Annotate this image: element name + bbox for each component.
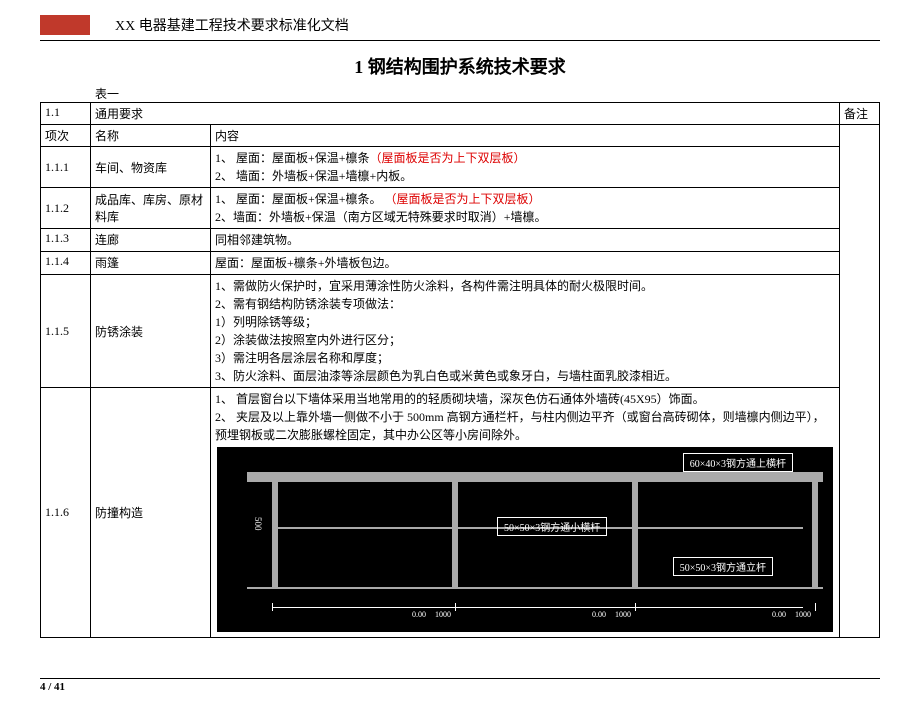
section-title: 1 钢结构围护系统技术要求 <box>40 53 880 79</box>
note-header: 备注 <box>840 103 880 125</box>
dim-tick <box>635 603 636 611</box>
content-text: 2、需有钢结构防锈涂装专项做法： <box>215 295 835 313</box>
content-text: 1、 首层窗台以下墙体采用当地常用的的轻质砌块墙，深灰色仿石通体外墙砖(45X9… <box>215 390 835 408</box>
col-content-header: 内容 <box>211 125 840 147</box>
row-content: 同相邻建筑物。 <box>211 229 840 252</box>
content-text: 2、 墙面：外墙板+保温+墙檩+内板。 <box>215 167 835 185</box>
section-number: 1 <box>354 57 363 77</box>
label-mid-rail: 50×50×3钢方通小横杆 <box>497 517 607 536</box>
rail-diagram: 60×40×3钢方通上横杆 50×50×3钢方通小横杆 50×50×3钢方通立杆… <box>217 447 833 632</box>
post <box>632 475 638 589</box>
row-idx: 1.1.4 <box>41 252 91 275</box>
content-red: （屋面板是否为上下双层板） <box>385 192 541 206</box>
content-text: 3）需注明各层涂层名称和厚度； <box>215 349 835 367</box>
dim-label: 0.00 <box>592 610 606 619</box>
row-idx: 1.1.3 <box>41 229 91 252</box>
top-rail <box>247 472 823 482</box>
label-top-rail: 60×40×3钢方通上横杆 <box>683 453 793 472</box>
table-row: 1.1.4 雨篷 屋面：屋面板+檩条+外墙板包边。 <box>41 252 880 275</box>
row-idx: 1.1.1 <box>41 147 91 188</box>
table-row: 1.1.3 连廊 同相邻建筑物。 <box>41 229 880 252</box>
content-text: 3、防火涂料、面层油漆等涂层颜色为乳白色或米黄色或象牙白，与墙柱面乳胶漆相近。 <box>215 367 835 385</box>
section-name: 通用要求 <box>91 103 840 125</box>
row-name: 防撞构造 <box>91 388 211 638</box>
post <box>272 475 278 589</box>
row-name: 防锈涂装 <box>91 275 211 388</box>
row-content: 1、 屋面：屋面板+保温+檩条。 （屋面板是否为上下双层板） 2、墙面：外墙板+… <box>211 188 840 229</box>
section-index: 1.1 <box>41 103 91 125</box>
content-text: 1、 屋面：屋面板+保温+檩条。 <box>215 192 385 206</box>
footer: 4 / 41 <box>40 678 880 693</box>
requirements-table: 1.1 通用要求 备注 项次 名称 内容 1.1.1 车间、物资库 1、 屋面：… <box>40 102 880 638</box>
post <box>812 475 818 589</box>
content-red: （屋面板是否为上下双层板） <box>370 151 526 165</box>
base-line <box>247 587 823 589</box>
table-row: 1.1.6 防撞构造 1、 首层窗台以下墙体采用当地常用的的轻质砌块墙，深灰色仿… <box>41 388 880 638</box>
row-name: 车间、物资库 <box>91 147 211 188</box>
dim-label: 0.00 <box>772 610 786 619</box>
row-content: 1、 屋面：屋面板+保温+檩条（屋面板是否为上下双层板） 2、 墙面：外墙板+保… <box>211 147 840 188</box>
dim-tick <box>455 603 456 611</box>
brand-red-block <box>40 15 90 35</box>
content-text: 2、墙面：外墙板+保温（南方区域无特殊要求时取消）+墙檩。 <box>215 208 835 226</box>
table-row: 1.1.5 防锈涂装 1、需做防火保护时，宜采用薄涂性防火涂料，各构件需注明具体… <box>41 275 880 388</box>
row-idx: 1.1.2 <box>41 188 91 229</box>
row-idx: 1.1.5 <box>41 275 91 388</box>
col-name-header: 名称 <box>91 125 211 147</box>
dim-label: 1000 <box>435 610 451 619</box>
content-text: 2、 夹层及以上靠外墙一侧做不小于 500mm 高钢方通栏杆，与柱内侧边平齐（或… <box>215 408 835 444</box>
post <box>452 475 458 589</box>
table-row: 1.1.1 车间、物资库 1、 屋面：屋面板+保温+檩条（屋面板是否为上下双层板… <box>41 147 880 188</box>
row-content: 1、 首层窗台以下墙体采用当地常用的的轻质砌块墙，深灰色仿石通体外墙砖(45X9… <box>211 388 840 638</box>
note-column <box>840 125 880 638</box>
content-text: 屋面：屋面板+檩条+外墙板包边。 <box>215 254 835 272</box>
footer-rule <box>40 678 880 679</box>
table-section-row: 1.1 通用要求 备注 <box>41 103 880 125</box>
row-content: 屋面：屋面板+檩条+外墙板包边。 <box>211 252 840 275</box>
section-title-text: 钢结构围护系统技术要求 <box>368 57 566 77</box>
doc-title: XX 电器基建工程技术要求标准化文档 <box>115 15 349 35</box>
header-rule <box>40 40 880 41</box>
row-content: 1、需做防火保护时，宜采用薄涂性防火涂料，各构件需注明具体的耐火极限时间。 2、… <box>211 275 840 388</box>
content-text: 1、 屋面：屋面板+保温+檩条 <box>215 151 370 165</box>
dim-label: 1000 <box>615 610 631 619</box>
content-text: 1）列明除锈等级； <box>215 313 835 331</box>
dim-tick <box>815 603 816 611</box>
row-name: 成品库、库房、原材料库 <box>91 188 211 229</box>
dim-line <box>272 607 803 608</box>
table-header-row: 项次 名称 内容 <box>41 125 880 147</box>
row-name: 雨篷 <box>91 252 211 275</box>
col-idx-header: 项次 <box>41 125 91 147</box>
content-text: 2）涂装做法按照室内外进行区分； <box>215 331 835 349</box>
content-text: 1、需做防火保护时，宜采用薄涂性防火涂料，各构件需注明具体的耐火极限时间。 <box>215 277 835 295</box>
dim-label: 0.00 <box>412 610 426 619</box>
table-caption: 表一 <box>95 85 880 102</box>
table-row: 1.1.2 成品库、库房、原材料库 1、 屋面：屋面板+保温+檩条。 （屋面板是… <box>41 188 880 229</box>
label-post: 50×50×3钢方通立杆 <box>673 557 773 576</box>
page-number: 4 / 41 <box>40 681 880 693</box>
row-idx: 1.1.6 <box>41 388 91 638</box>
dim-tick <box>272 603 273 611</box>
dim-vertical: 500 <box>253 517 263 531</box>
row-name: 连廊 <box>91 229 211 252</box>
dim-label: 1000 <box>795 610 811 619</box>
content-text: 同相邻建筑物。 <box>215 231 835 249</box>
doc-header: XX 电器基建工程技术要求标准化文档 <box>40 15 880 35</box>
